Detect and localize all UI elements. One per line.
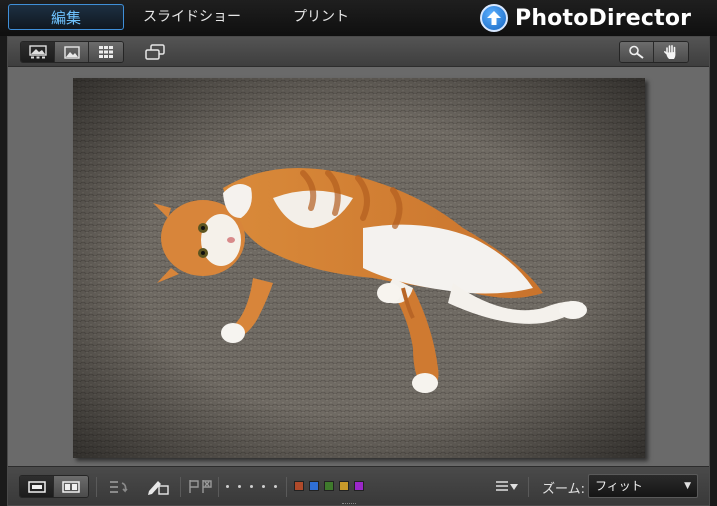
- color-label-green[interactable]: [324, 481, 334, 491]
- zoom-value: フィット: [595, 479, 643, 493]
- single-compare-icon: [27, 480, 46, 493]
- hand-tool-button[interactable]: [654, 42, 688, 62]
- compare-mode-group: [19, 475, 89, 498]
- rotate-button[interactable]: [108, 478, 130, 496]
- rating-star-4[interactable]: [262, 485, 265, 488]
- list-dropdown-icon: [496, 481, 518, 491]
- zoom-select[interactable]: フィット ▼: [588, 474, 698, 498]
- app-name: PhotoDirector: [515, 5, 692, 31]
- zoom-label: ズーム:: [542, 482, 585, 497]
- separator: [286, 477, 287, 497]
- color-label-red[interactable]: [294, 481, 304, 491]
- second-monitor-button[interactable]: [142, 42, 168, 62]
- hand-pan-icon: [664, 45, 676, 59]
- rating-star-3[interactable]: [250, 485, 253, 488]
- tab-edit[interactable]: 編集: [8, 4, 124, 30]
- color-label-yellow[interactable]: [339, 481, 349, 491]
- up-arrow-badge-icon: [480, 4, 508, 32]
- single-photo-view-button[interactable]: [21, 42, 55, 62]
- view-toolbar: [8, 37, 709, 67]
- color-label-purple[interactable]: [354, 481, 364, 491]
- main-panel: ズーム: フィット ▼: [7, 36, 710, 506]
- photo-viewer[interactable]: [8, 68, 709, 465]
- rating-star-5[interactable]: [274, 485, 277, 488]
- main-photo: [73, 78, 645, 458]
- tab-slideshow[interactable]: スライドショー: [140, 4, 244, 30]
- pencil-edit-icon: [148, 481, 169, 495]
- view-mode-group: [20, 41, 124, 63]
- cat-photo-image: [73, 78, 645, 458]
- side-by-side-button[interactable]: [54, 476, 88, 497]
- top-tab-bar: 編集 スライドショー プリント PhotoDirector: [0, 0, 717, 36]
- second-monitor-icon: [145, 44, 165, 60]
- color-label-blue[interactable]: [309, 481, 319, 491]
- photo-toolbar: ズーム: フィット ▼: [8, 466, 709, 505]
- tool-group: [619, 41, 689, 63]
- thumbnail-view-icon: [63, 45, 80, 59]
- grid-view-icon: [99, 46, 113, 58]
- edit-tool-button[interactable]: [146, 476, 170, 496]
- app-logo: PhotoDirector: [480, 3, 691, 33]
- rating-star-1[interactable]: [226, 485, 229, 488]
- rotate-list-icon: [110, 481, 128, 493]
- rating-star-2[interactable]: [238, 485, 241, 488]
- single-photo-view-icon: [28, 45, 47, 59]
- zoom-magnifier-icon: [628, 45, 644, 59]
- separator: [218, 477, 219, 497]
- separator: [180, 477, 181, 497]
- flag-icon: [189, 480, 212, 493]
- grid-view-button[interactable]: [89, 42, 123, 62]
- single-compare-button[interactable]: [20, 476, 54, 497]
- side-by-side-icon: [62, 480, 80, 493]
- separator: [528, 477, 529, 497]
- chevron-down-icon: ▼: [684, 481, 691, 491]
- thumbnail-view-button[interactable]: [55, 42, 89, 62]
- sort-menu-button[interactable]: [494, 479, 520, 495]
- flag-button[interactable]: [188, 479, 214, 495]
- zoom-tool-button[interactable]: [620, 42, 654, 62]
- separator: [96, 477, 97, 497]
- tab-print[interactable]: プリント: [282, 4, 360, 30]
